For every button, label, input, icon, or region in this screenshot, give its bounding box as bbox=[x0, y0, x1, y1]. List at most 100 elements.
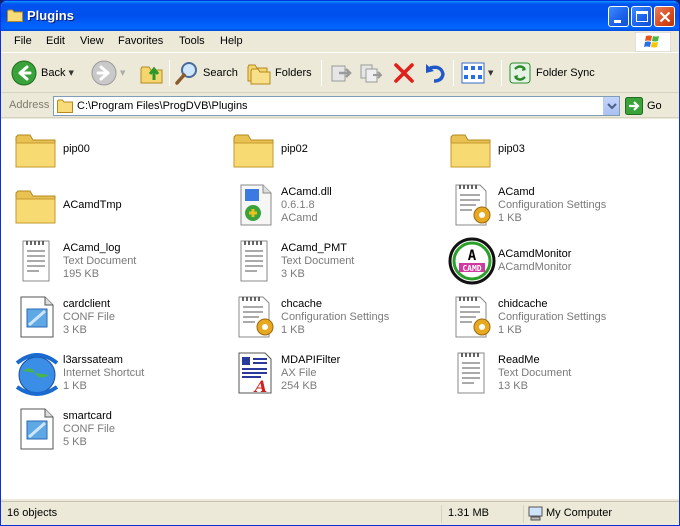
file-size: 254 KB bbox=[281, 379, 318, 392]
menu-help[interactable]: Help bbox=[220, 35, 243, 47]
dll-icon bbox=[231, 181, 279, 229]
file-item[interactable]: A MDAPIFilter AX File 254 KB bbox=[231, 349, 446, 401]
folder-icon bbox=[231, 125, 279, 173]
file-item[interactable]: pip00 bbox=[13, 125, 228, 177]
file-item[interactable]: ACamdTmp bbox=[13, 181, 228, 233]
file-size: 3 KB bbox=[281, 267, 305, 280]
file-size: 1 KB bbox=[281, 323, 305, 336]
ax-file-icon: A bbox=[231, 349, 279, 397]
file-type: Text Document bbox=[63, 254, 137, 267]
file-name: MDAPIFilter bbox=[281, 353, 341, 366]
search-button[interactable]: Search bbox=[175, 58, 238, 88]
menu-file[interactable]: File bbox=[14, 35, 32, 47]
title-bar[interactable]: Plugins bbox=[1, 1, 679, 31]
address-path: C:\Program Files\ProgDVB\Plugins bbox=[77, 100, 248, 112]
up-folder-icon bbox=[140, 66, 163, 84]
file-item[interactable]: pip02 bbox=[231, 125, 446, 177]
toolbar-separator bbox=[501, 60, 502, 86]
file-item[interactable]: ReadMe Text Document 13 KB bbox=[448, 349, 663, 401]
file-item[interactable]: ACamd.dll 0.6.1.8 ACamd bbox=[231, 181, 446, 233]
file-size: ACamd bbox=[281, 211, 318, 224]
file-list[interactable]: pip00 pip02 pip03 ACamdTmp ACamd.dll 0.6.1.8 A… bbox=[1, 119, 679, 499]
address-bar: Address C:\Program Files\ProgDVB\Plugins… bbox=[1, 94, 679, 118]
forward-dropdown-icon[interactable]: ▼ bbox=[120, 69, 125, 77]
move-to-button[interactable] bbox=[329, 58, 353, 88]
text-document-icon bbox=[231, 237, 279, 285]
file-item[interactable]: chidcache Configuration Settings 1 KB bbox=[448, 293, 663, 345]
file-size: 1 KB bbox=[498, 211, 522, 224]
window-title: Plugins bbox=[27, 8, 74, 23]
file-item[interactable]: smartcard CONF File 5 KB bbox=[13, 405, 228, 457]
file-text: ACamd.dll 0.6.1.8 ACamd bbox=[281, 186, 332, 225]
maximize-button[interactable] bbox=[631, 6, 652, 27]
file-name: ACamd.dll bbox=[281, 185, 332, 198]
menu-edit[interactable]: Edit bbox=[46, 35, 65, 47]
back-button[interactable]: Back ▼ bbox=[11, 58, 74, 88]
config-settings-icon bbox=[231, 293, 279, 341]
menu-view[interactable]: View bbox=[80, 35, 104, 47]
undo-icon bbox=[426, 64, 445, 83]
views-dropdown-icon[interactable]: ▼ bbox=[488, 69, 493, 77]
acamd-app-icon: A CAMD bbox=[448, 237, 496, 285]
file-type: Text Document bbox=[281, 254, 355, 267]
file-text: chidcache Configuration Settings 1 KB bbox=[498, 298, 606, 337]
folders-label: Folders bbox=[275, 67, 312, 79]
menu-tools[interactable]: Tools bbox=[179, 35, 205, 47]
back-label: Back bbox=[41, 67, 66, 79]
status-bar: 16 objects 1.31 MB My Computer bbox=[1, 501, 679, 525]
toolbar: Back ▼ ▼ Search Folders ▼ Folder Sync bbox=[1, 54, 679, 93]
file-item[interactable]: l3arssateam Internet Shortcut 1 KB bbox=[13, 349, 228, 401]
folder-sync-button[interactable]: Folder Sync bbox=[508, 58, 595, 88]
file-item[interactable]: ACamd Configuration Settings 1 KB bbox=[448, 181, 663, 233]
file-name: cardclient bbox=[63, 297, 111, 310]
menu-favorites[interactable]: Favorites bbox=[118, 35, 163, 47]
status-location-label: My Computer bbox=[546, 507, 613, 519]
views-button[interactable]: ▼ bbox=[461, 58, 493, 88]
up-folder-button[interactable] bbox=[140, 58, 164, 88]
file-size: 195 KB bbox=[63, 267, 100, 280]
copy-to-button[interactable] bbox=[359, 58, 383, 88]
file-name: ReadMe bbox=[498, 353, 540, 366]
folder-icon bbox=[13, 181, 61, 229]
file-text: pip00 bbox=[63, 143, 90, 156]
close-button[interactable] bbox=[654, 6, 675, 27]
file-text: ACamdMonitor ACamdMonitor bbox=[498, 248, 571, 274]
toolbar-separator bbox=[321, 60, 322, 86]
go-button[interactable]: Go bbox=[625, 97, 662, 115]
my-computer-icon bbox=[528, 506, 543, 521]
config-settings-icon bbox=[448, 293, 496, 341]
folders-button[interactable]: Folders bbox=[247, 58, 312, 88]
file-type: Configuration Settings bbox=[498, 198, 607, 211]
delete-icon bbox=[394, 63, 414, 83]
back-dropdown-icon[interactable]: ▼ bbox=[68, 69, 73, 77]
address-input[interactable]: C:\Program Files\ProgDVB\Plugins bbox=[53, 96, 620, 116]
minimize-button[interactable] bbox=[608, 6, 629, 27]
views-icon bbox=[461, 62, 485, 84]
menu-bar: File Edit View Favorites Tools Help bbox=[1, 31, 679, 53]
file-type: AX File bbox=[281, 366, 317, 379]
address-label: Address bbox=[9, 99, 50, 111]
address-dropdown-button[interactable] bbox=[603, 97, 619, 115]
delete-button[interactable] bbox=[392, 58, 416, 88]
chevron-down-icon bbox=[607, 103, 617, 110]
undo-button[interactable] bbox=[423, 58, 447, 88]
folder-icon bbox=[13, 125, 61, 173]
file-name: ACamd_PMT bbox=[281, 241, 348, 254]
status-size: 1.31 MB bbox=[441, 505, 521, 523]
minimize-icon bbox=[614, 20, 621, 23]
file-item[interactable]: pip03 bbox=[448, 125, 663, 177]
file-item[interactable]: ACamd_log Text Document 195 KB bbox=[13, 237, 228, 289]
file-type: Internet Shortcut bbox=[63, 366, 145, 379]
file-item[interactable]: cardclient CONF File 3 KB bbox=[13, 293, 228, 345]
file-name: pip00 bbox=[63, 142, 90, 155]
file-type: CONF File bbox=[63, 310, 115, 323]
status-object-count: 16 objects bbox=[7, 507, 58, 519]
explorer-window: Plugins File Edit View Favorites Tools H… bbox=[0, 0, 680, 526]
forward-arrow-icon bbox=[91, 60, 117, 86]
file-item[interactable]: chcache Configuration Settings 1 KB bbox=[231, 293, 446, 345]
move-to-icon bbox=[331, 65, 352, 82]
folder-icon bbox=[448, 125, 496, 173]
file-item[interactable]: A CAMD ACamdMonitor ACamdMonitor bbox=[448, 237, 663, 289]
file-item[interactable]: ACamd_PMT Text Document 3 KB bbox=[231, 237, 446, 289]
forward-button[interactable]: ▼ bbox=[91, 58, 125, 88]
